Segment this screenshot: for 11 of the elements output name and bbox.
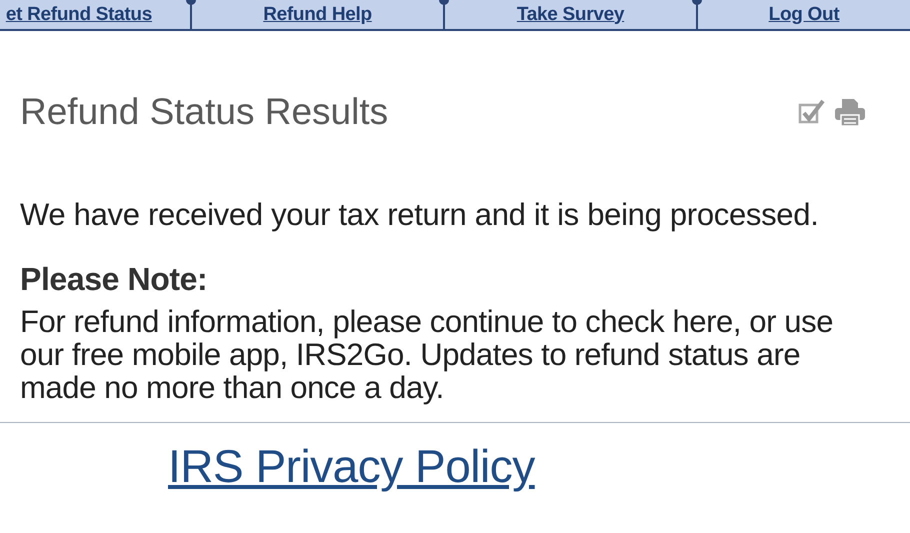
privacy-policy-link[interactable]: IRS Privacy Policy — [168, 440, 535, 492]
printer-icon[interactable] — [834, 97, 866, 127]
checkbox-icon[interactable] — [798, 97, 826, 125]
nav-link[interactable]: Refund Help — [263, 4, 372, 26]
status-message: We have received your tax return and it is being processed. — [20, 197, 820, 233]
nav-link[interactable]: Log Out — [768, 4, 840, 26]
note-text: For refund information, please continue to check here, or use our free mobile app, IRS2Go. Updates to refund status are made no more than once a day. — [20, 305, 834, 404]
nav-link[interactable]: et Refund Status — [6, 4, 152, 26]
note-heading: Please Note: — [20, 261, 208, 297]
nav-link[interactable]: Take Survey — [516, 4, 624, 26]
page-title: Refund Status Results — [20, 91, 388, 133]
